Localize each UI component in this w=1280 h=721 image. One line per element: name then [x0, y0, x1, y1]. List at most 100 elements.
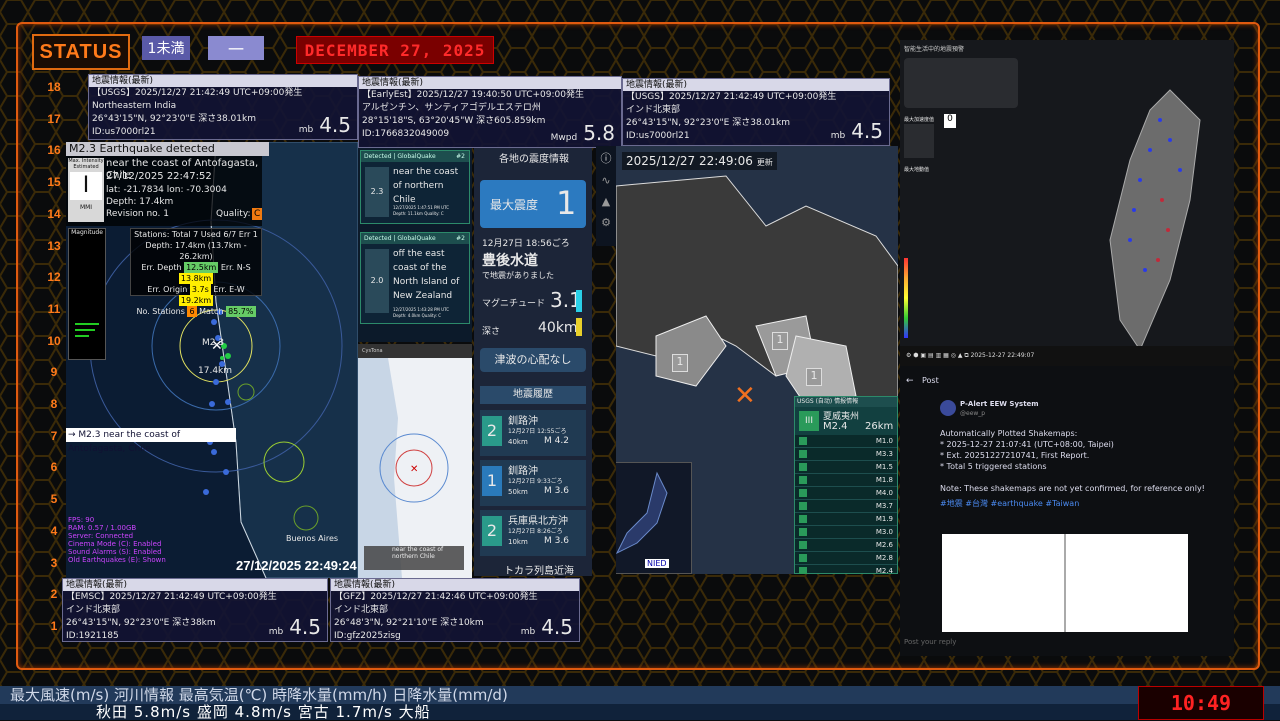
card-source-line: 【USGS】2025/12/27 21:42:49 UTC+09:00発生	[92, 88, 303, 98]
mag-type: Mwpd	[550, 133, 578, 143]
post-tags[interactable]: #地震 #台灣 #earthquake #Taiwan	[940, 498, 1205, 509]
card-header: 地震情報(最新)	[63, 579, 327, 591]
list-item-header: Detected | GlobalQuake	[364, 235, 436, 242]
history-intensity: 2	[482, 416, 502, 446]
mag-type: mb	[268, 627, 284, 637]
no-stations-value: 6	[187, 306, 197, 317]
depth-range-line: Depth: 17.4km (13.7km - 26.2km)	[145, 241, 247, 261]
usgs-row[interactable]: M1.5	[795, 461, 897, 474]
usgs-row[interactable]: M1.9	[795, 513, 897, 526]
stat-server: Server: Connected	[68, 532, 134, 540]
usgs-row-mag: M1.9	[875, 515, 893, 523]
stat-fps: FPS: 90	[68, 516, 95, 524]
usgs-row-mag: M1.5	[875, 463, 893, 471]
list-item-place: off the east coast of the North Island o…	[393, 249, 460, 301]
usgs-list[interactable]: USGS (自动) 情报情報 III 夏威夷州 M2.4 26km M1.0 M3…	[794, 396, 898, 574]
intensity-value: I	[70, 172, 102, 200]
list-item-num: #2	[456, 235, 465, 242]
ticker-bottom-text: 秋田 5.8m/s 盛岡 4.8m/s 宮古 1.7m/s 大船	[96, 703, 431, 721]
magnitude-meter-label: Magnitude	[71, 229, 103, 236]
usgs-row[interactable]: M2.4	[795, 565, 897, 574]
quake-card-earlyest: 地震情報(最新) 【EarlyEst】2025/12/27 19:40:50 U…	[358, 76, 622, 148]
quake-coords: lat: -21.7834 lon: -70.3004	[106, 185, 227, 195]
card-magnitude: Mwpd 5.8	[550, 123, 615, 145]
taiwan-label-ground: 最大地動值	[904, 167, 930, 173]
usgs-row-mag: M3.7	[875, 502, 893, 510]
scale-tick: 10	[47, 333, 61, 348]
list-item[interactable]: Detected | GlobalQuake #2 2.0 off the eas…	[360, 232, 470, 324]
map-toolbar: ⓘ ∿ ▲ ⚙	[596, 146, 616, 246]
scale-tick: 5	[50, 492, 58, 507]
detection-list[interactable]: Detected | GlobalQuake #2 2.3 near the co…	[358, 148, 472, 342]
mag-value: 4.5	[851, 119, 883, 143]
epicenter-icon: ✕	[734, 381, 756, 411]
wave-icon[interactable]: ∿	[596, 174, 616, 187]
quake-card-usgs-top: 地震情報(最新) 【USGS】2025/12/27 21:42:49 UTC+0…	[88, 74, 358, 140]
scale-tick: 6	[50, 460, 58, 475]
usgs-row-mag: M1.0	[875, 437, 893, 445]
globalquake-panel[interactable]: ✕ M2.3 Earthquake detected Max. Intensit…	[66, 142, 358, 578]
ticker-values: 秋田 5.8m/s 盛岡 4.8m/s 宮古 1.7m/s 大船	[0, 704, 1280, 720]
usgs-row[interactable]: M4.0	[795, 487, 897, 500]
intensity-badge: 一	[208, 36, 264, 60]
card-region: インド北東部	[626, 105, 681, 115]
usgs-row[interactable]: M1.0	[795, 435, 897, 448]
post-line: Automatically Plotted Shakemaps:	[940, 429, 1078, 438]
minimap-app: CysTona	[358, 344, 472, 358]
match-value: 85.7%	[226, 306, 256, 317]
digital-clock: 10:49	[1138, 686, 1264, 720]
usgs-mag: M2.4	[823, 421, 848, 432]
err-ew-label: Err. E-W	[213, 285, 245, 294]
usgs-row-mag: M2.4	[875, 567, 893, 574]
nied-logo: NIED	[645, 559, 669, 568]
intensity-box: Max. Intensity Estimated I MMI	[68, 158, 104, 222]
post-body: Automatically Plotted Shakemaps: * 2025-…	[940, 428, 1205, 509]
cystona-minimap[interactable]: CysTona ✕ near the coast of northern Chi…	[358, 344, 472, 578]
magnitude-badge: 1未満	[142, 36, 190, 60]
quake-region: 豊後水道	[482, 253, 538, 269]
list-item[interactable]: Detected | GlobalQuake #2 2.3 near the co…	[360, 150, 470, 224]
usgs-row[interactable]: M2.8	[795, 552, 897, 565]
detection-details: Max. Intensity Estimated I MMI near the …	[66, 156, 263, 226]
usgs-row-mag: M1.8	[875, 476, 893, 484]
usgs-intensity: III	[799, 411, 819, 431]
intensity-info-panel[interactable]: 各地の震度情報 最大震度 1 12月27日 18:56ごろ 豊後水道 で地震があ…	[474, 148, 592, 576]
post-line: * Total 5 triggered stations	[940, 462, 1047, 471]
account-name[interactable]: P-Alert EEW System	[960, 400, 1039, 408]
taiwan-title: 智能生活中的地震預警	[904, 46, 965, 53]
reply-input[interactable]: Post your reply	[904, 638, 956, 646]
taiwan-date: 2025-12-27 22:49:07	[970, 352, 1035, 359]
card-magnitude: mb 4.5	[831, 121, 883, 143]
social-post-panel[interactable]: ← Post P-Alert EEW System @eew_p Automat…	[900, 366, 1234, 656]
svg-text:✕: ✕	[410, 464, 418, 475]
shakemap-image[interactable]	[942, 534, 1188, 632]
history-mag: M 3.6	[544, 536, 569, 546]
usgs-row[interactable]: M2.6	[795, 539, 897, 552]
card-magnitude: mb 4.5	[268, 617, 321, 639]
usgs-row[interactable]: M3.0	[795, 526, 897, 539]
usgs-row[interactable]: M3.3	[795, 448, 897, 461]
scale-tick: 13	[47, 238, 61, 253]
usgs-row[interactable]: M1.8	[795, 474, 897, 487]
avatar[interactable]	[940, 400, 956, 416]
usgs-row-mag: M4.0	[875, 489, 893, 497]
usgs-row[interactable]: M3.7	[795, 500, 897, 513]
history-row[interactable]: 1 釧路沖 12月27日 9:33ごろ 50km M 3.6	[480, 460, 586, 506]
mag-type: mb	[520, 627, 536, 637]
scale-tick: 9	[50, 365, 58, 380]
taiwan-eew-panel[interactable]: 智能生活中的地震預警 最大加速度值 0 最大地動值 ⚙ ⬢ ▣ ▤ ▥ ▦ ◎ …	[900, 40, 1234, 366]
err-ew-value: 19.2km	[178, 295, 214, 306]
info-icon[interactable]: ⓘ	[596, 150, 616, 166]
history-row[interactable]: 2 兵庫県北方沖 12月27日 8:26ごろ 10km M 3.6	[480, 510, 586, 556]
card-header: 地震情報(最新)	[623, 79, 889, 91]
gear-icon[interactable]: ⚙	[596, 216, 616, 229]
back-icon[interactable]: ←	[906, 376, 914, 386]
japan-intensity-map[interactable]: ✕ 2025/12/27 22:49:06 更新 1 1 1 NIED USGS…	[616, 146, 898, 574]
history-time: 12月27日 9:33ごろ	[508, 478, 563, 485]
map-time-value: 2025/12/27 22:49:06	[626, 154, 753, 168]
intensity-marker: 1	[772, 332, 788, 350]
history-row[interactable]: 2 釧路沖 12月27日 12:55ごろ 40km M 4.2	[480, 410, 586, 456]
post-header: Post	[922, 376, 939, 385]
warning-icon[interactable]: ▲	[596, 195, 616, 208]
max-intensity-box: 最大震度 1	[480, 180, 586, 228]
